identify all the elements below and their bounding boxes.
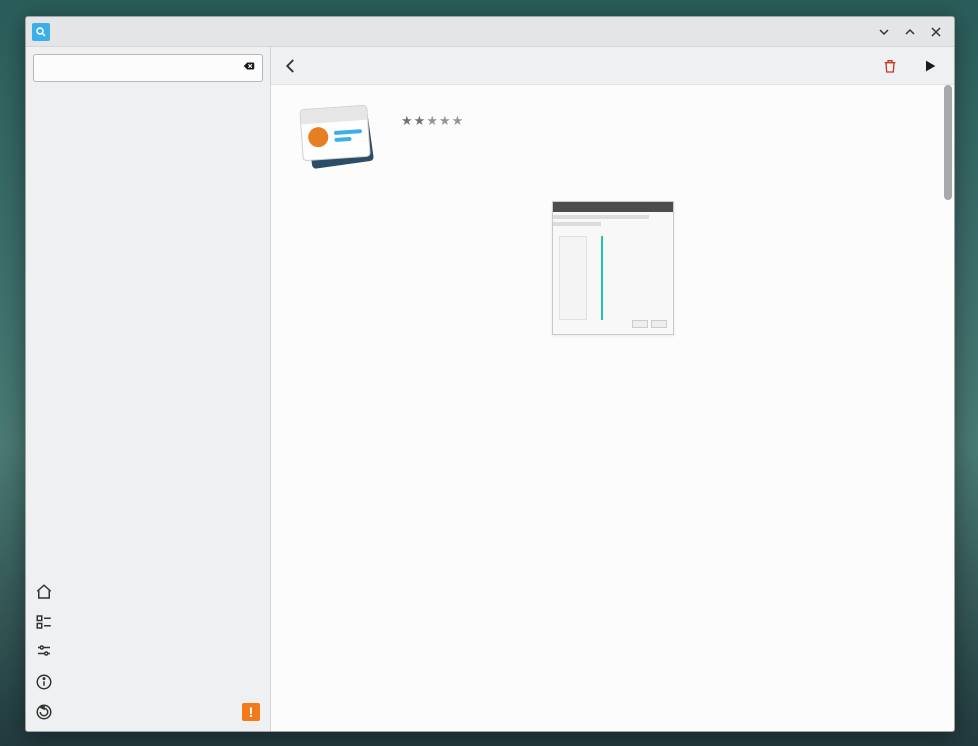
settings-icon bbox=[34, 642, 54, 662]
topbar bbox=[271, 47, 954, 85]
search-field[interactable] bbox=[40, 61, 242, 76]
titlebar bbox=[26, 17, 954, 47]
app-window: ! bbox=[25, 16, 955, 732]
screenshot-area[interactable] bbox=[297, 201, 928, 335]
settings-item[interactable] bbox=[26, 637, 270, 667]
close-button[interactable] bbox=[928, 24, 944, 40]
info-grid bbox=[297, 357, 928, 361]
installed-icon bbox=[34, 612, 54, 632]
update-badge: ! bbox=[242, 703, 260, 721]
installed-item[interactable] bbox=[26, 607, 270, 637]
sidebar: ! bbox=[26, 47, 271, 731]
screenshot-thumb[interactable] bbox=[552, 201, 674, 335]
main-pane: ★★★★★ bbox=[271, 47, 954, 731]
about-item[interactable] bbox=[26, 667, 270, 697]
scrollbar[interactable] bbox=[944, 85, 952, 200]
launch-button[interactable] bbox=[922, 58, 944, 74]
search-input[interactable] bbox=[33, 54, 263, 82]
back-button[interactable] bbox=[277, 52, 305, 80]
star-icons: ★★★★★ bbox=[401, 111, 463, 129]
info-icon bbox=[34, 672, 54, 692]
app-icon bbox=[32, 23, 50, 41]
home-icon bbox=[34, 582, 54, 602]
update-item[interactable]: ! bbox=[26, 697, 270, 727]
window-body: ! bbox=[26, 47, 954, 731]
minimize-button[interactable] bbox=[876, 24, 892, 40]
sidebar-footer: ! bbox=[26, 577, 270, 731]
home-item[interactable] bbox=[26, 577, 270, 607]
app-icon-large bbox=[297, 101, 379, 183]
maximize-button[interactable] bbox=[902, 24, 918, 40]
remove-button[interactable] bbox=[882, 58, 904, 74]
update-icon bbox=[34, 702, 54, 722]
rating-row[interactable]: ★★★★★ bbox=[401, 111, 469, 129]
content-area[interactable]: ★★★★★ bbox=[271, 85, 954, 731]
clear-search-icon[interactable] bbox=[242, 59, 256, 77]
category-list bbox=[26, 88, 270, 577]
